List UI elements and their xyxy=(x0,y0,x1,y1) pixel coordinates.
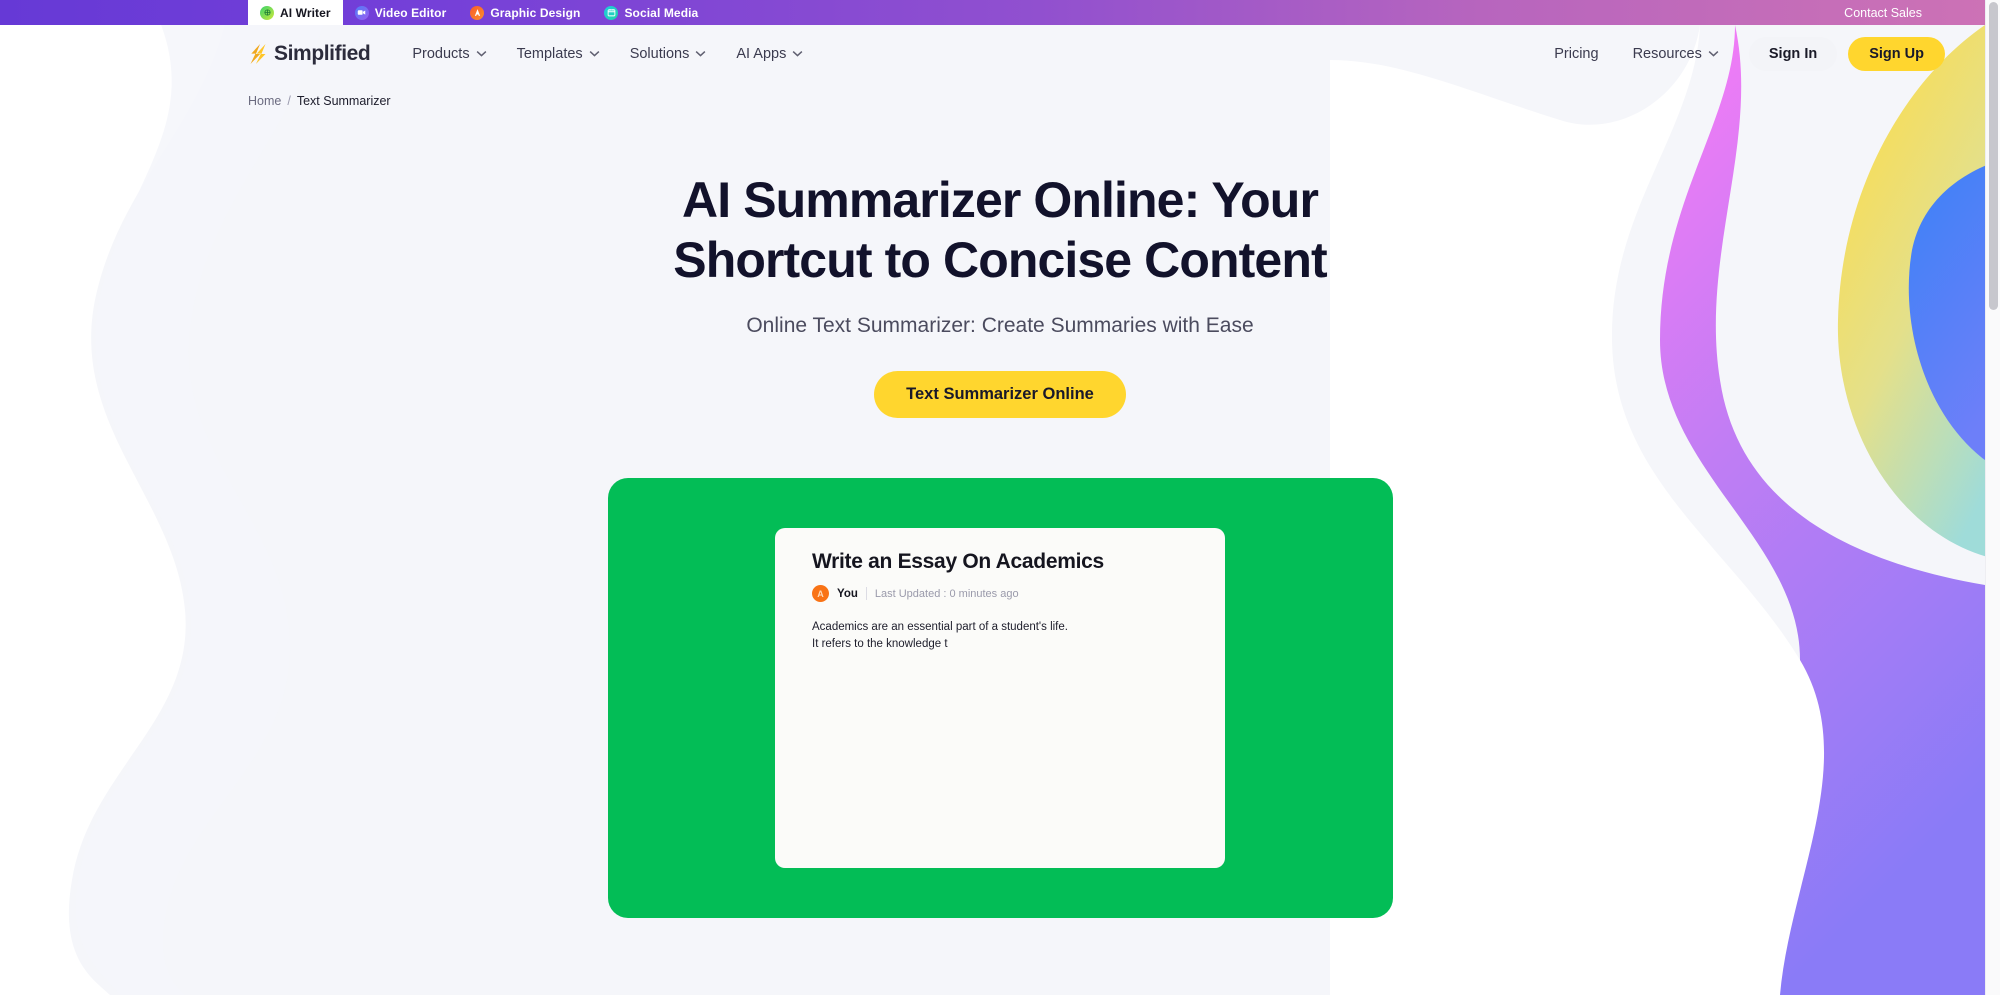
document-body: Academics are an essential part of a stu… xyxy=(812,620,1188,652)
nav-item-label: AI Apps xyxy=(736,45,787,62)
app-tab-ai-writer[interactable]: AI Writer xyxy=(248,0,343,25)
document-preview-card[interactable]: Write an Essay On Academics A You Last U… xyxy=(775,528,1225,868)
nav-item-products[interactable]: Products xyxy=(398,40,500,68)
nav-item-templates[interactable]: Templates xyxy=(503,40,614,68)
avatar: A xyxy=(812,585,829,602)
chevron-down-icon xyxy=(589,51,600,57)
app-tab-label: Video Editor xyxy=(374,5,447,20)
document-body-line: Academics are an essential part of a stu… xyxy=(812,621,1068,633)
main-navigation: Simplified Products Templates Solutions … xyxy=(0,25,2000,82)
breadcrumb: Home / Text Summarizer xyxy=(0,82,2000,108)
logo-text: Simplified xyxy=(274,41,371,65)
document-body-line: It refers to the knowledge t xyxy=(812,638,948,651)
chevron-down-icon xyxy=(476,51,486,57)
hero-subtitle: Online Text Summarizer: Create Summaries… xyxy=(746,314,1254,337)
chevron-down-icon xyxy=(1708,51,1719,57)
breadcrumb-current: Text Summarizer xyxy=(296,94,391,108)
nav-item-label: Templates xyxy=(516,45,583,62)
social-media-icon xyxy=(604,5,619,20)
topbar-right: Contact Sales xyxy=(1844,0,2000,25)
document-last-updated: Last Updated : 0 minutes ago xyxy=(874,587,1019,600)
chevron-down-icon xyxy=(792,51,803,57)
graphic-design-icon xyxy=(470,5,485,20)
nav-item-label: Pricing xyxy=(1554,45,1599,62)
app-tab-label: Social Media xyxy=(624,5,699,20)
nav-item-label: Products xyxy=(412,45,470,62)
nav-item-ai-apps[interactable]: AI Apps xyxy=(722,40,817,68)
nav-item-resources[interactable]: Resources xyxy=(1619,40,1733,68)
video-editor-icon xyxy=(354,5,369,20)
sign-in-button[interactable]: Sign In xyxy=(1748,36,1838,71)
nav-item-label: Resources xyxy=(1632,45,1702,62)
app-tab-social-media[interactable]: Social Media xyxy=(592,0,710,25)
nav-links: Products Templates Solutions AI Apps xyxy=(398,40,817,68)
app-tab-video-editor[interactable]: Video Editor xyxy=(343,0,459,25)
ai-writer-icon xyxy=(260,5,274,20)
showcase-green-panel: Write an Essay On Academics A You Last U… xyxy=(607,478,1393,918)
hero-section: AI Summarizer Online: Your Shortcut to C… xyxy=(0,108,2000,418)
app-tab-label: Graphic Design xyxy=(490,5,581,20)
sign-up-button[interactable]: Sign Up xyxy=(1848,36,1945,71)
page-root: AI Writer Video Editor Graphic Design So… xyxy=(0,0,2000,995)
simplified-bolt-logo-icon xyxy=(250,43,266,64)
app-tab-list: AI Writer Video Editor Graphic Design So… xyxy=(248,0,710,25)
breadcrumb-separator: / xyxy=(287,94,291,108)
meta-divider xyxy=(865,587,867,600)
breadcrumb-home[interactable]: Home xyxy=(248,94,281,108)
page-title: AI Summarizer Online: Your Shortcut to C… xyxy=(673,172,1327,288)
simplified-logo[interactable]: Simplified xyxy=(248,41,371,66)
text-summarizer-online-button[interactable]: Text Summarizer Online xyxy=(874,371,1126,418)
nav-item-pricing[interactable]: Pricing xyxy=(1540,40,1612,68)
scrollbar-thumb[interactable] xyxy=(1989,2,1998,310)
contact-sales-link[interactable]: Contact Sales xyxy=(1844,6,1922,20)
app-switcher-topbar: AI Writer Video Editor Graphic Design So… xyxy=(0,0,2000,25)
document-meta: A You Last Updated : 0 minutes ago xyxy=(812,585,1188,602)
app-tab-label: AI Writer xyxy=(280,5,331,20)
page-scrollbar[interactable] xyxy=(1985,0,2000,995)
document-title: Write an Essay On Academics xyxy=(812,550,1104,573)
nav-right-links: Pricing Resources Sign In Sign Up xyxy=(1540,36,1945,71)
app-tab-graphic-design[interactable]: Graphic Design xyxy=(458,0,592,25)
chevron-down-icon xyxy=(695,51,706,57)
nav-item-solutions[interactable]: Solutions xyxy=(616,40,721,68)
hero-cta-wrapper: Text Summarizer Online xyxy=(0,371,2000,418)
document-author: You xyxy=(837,587,858,600)
nav-item-label: Solutions xyxy=(629,45,690,62)
showcase-wrapper: Write an Essay On Academics A You Last U… xyxy=(0,478,2000,918)
